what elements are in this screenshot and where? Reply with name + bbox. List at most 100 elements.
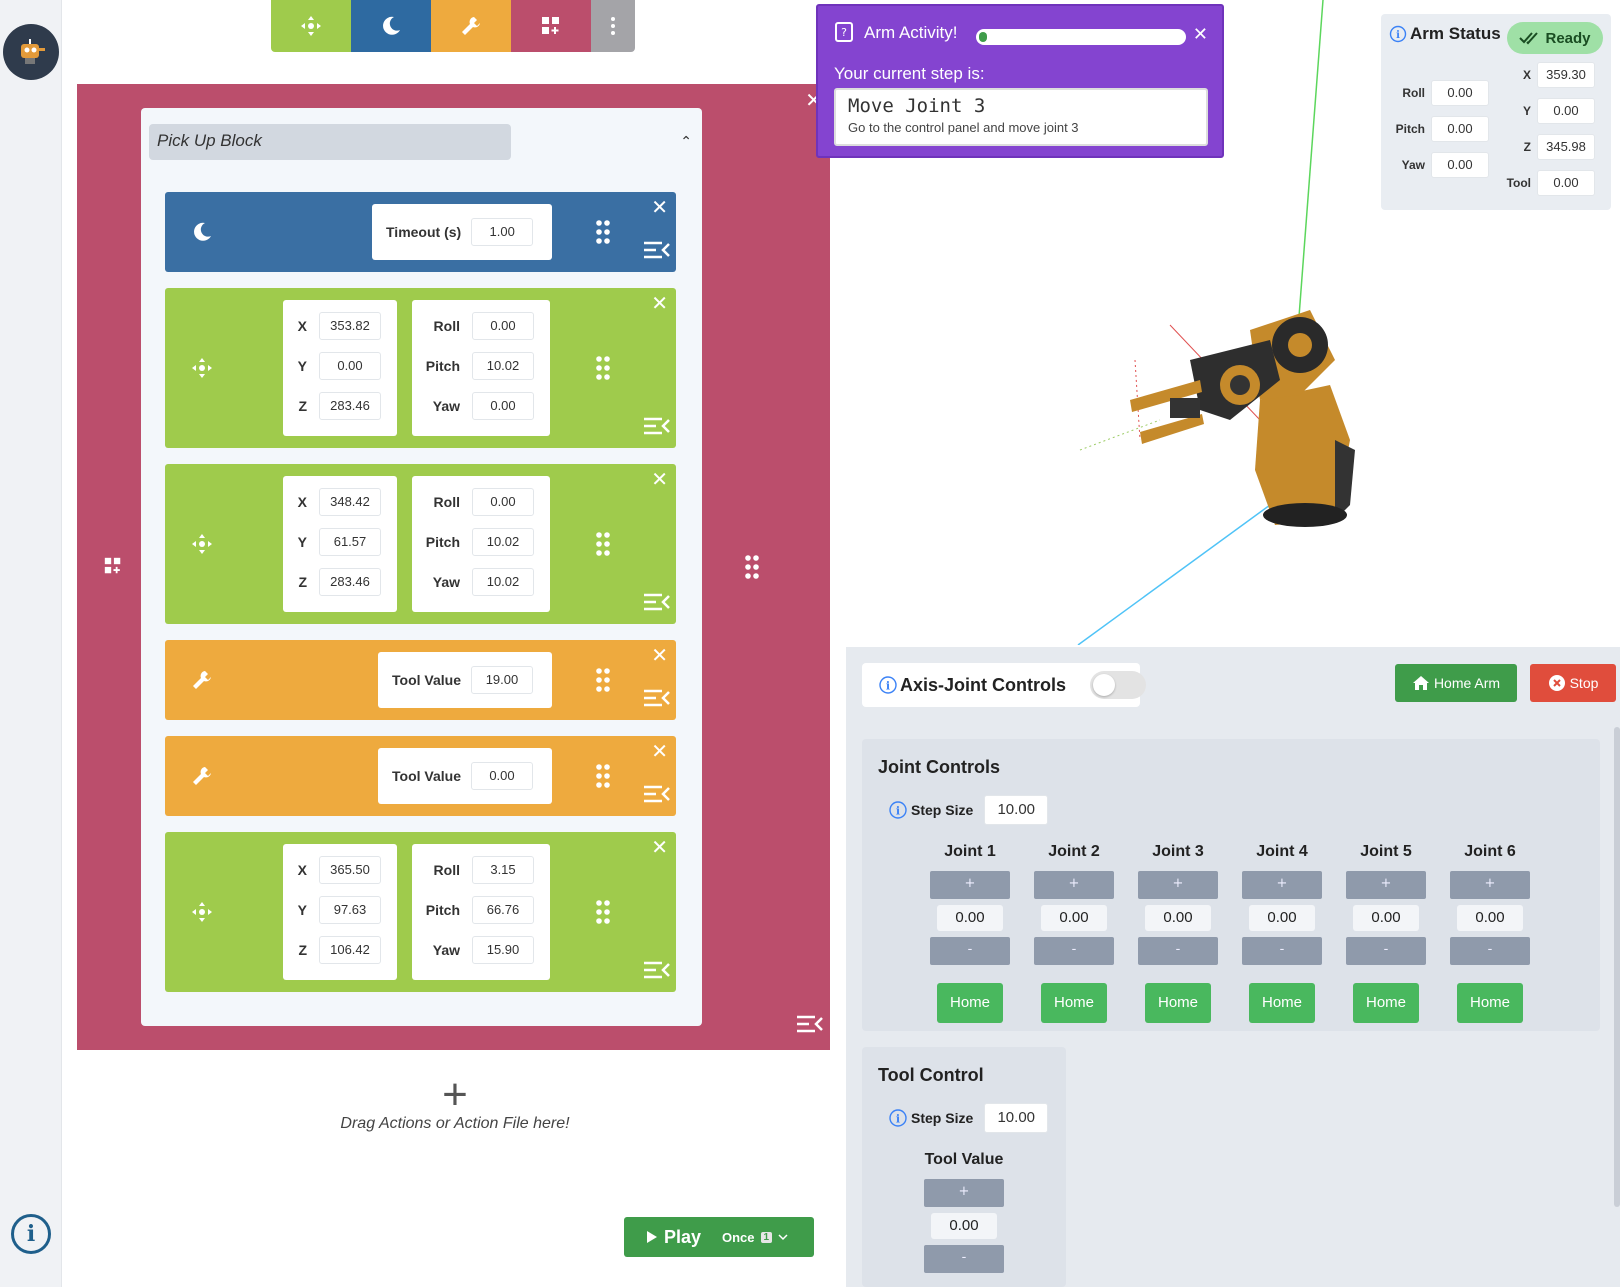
joint-6-plus-button[interactable]: + — [1450, 871, 1530, 899]
joint-5-home-button[interactable]: Home — [1353, 983, 1419, 1023]
z-input[interactable]: 283.46 — [319, 392, 381, 420]
drag-handle-icon[interactable] — [744, 554, 760, 584]
drag-handle-icon[interactable] — [595, 763, 611, 793]
repeat-mode-select[interactable]: Once 1 — [722, 1230, 788, 1245]
pitch-input[interactable]: 10.02 — [472, 352, 534, 380]
sleep-action-card[interactable]: ✕ Timeout (s) 1.00 — [165, 192, 676, 272]
tool-step-size-input[interactable]: 10.00 — [984, 1103, 1049, 1133]
joint-2-plus-button[interactable]: + — [1034, 871, 1114, 899]
info-circle-icon[interactable]: i — [878, 675, 898, 695]
drag-handle-icon[interactable] — [595, 667, 611, 697]
joint-3-home-button[interactable]: Home — [1145, 983, 1211, 1023]
joint-3-minus-button[interactable]: - — [1138, 937, 1218, 965]
drag-handle-icon[interactable] — [595, 355, 611, 385]
yaw-input[interactable]: 15.90 — [472, 936, 534, 964]
tool-minus-button[interactable]: - — [924, 1245, 1004, 1273]
y-input[interactable]: 0.00 — [319, 352, 381, 380]
axis-joint-header: i Axis-Joint Controls — [862, 663, 1146, 707]
move-action-card[interactable]: ✕ X 353.82 Y 0.00 Z 283.46 Roll 0.00 Pitch 10.02 Ya… — [165, 288, 676, 448]
info-icon[interactable]: i — [11, 1214, 51, 1254]
add-tool-button[interactable] — [431, 0, 511, 52]
roll-input[interactable]: 3.15 — [472, 856, 534, 884]
remove-action-icon[interactable]: ✕ — [651, 740, 668, 762]
add-block-icon[interactable] — [103, 556, 123, 580]
add-block-button[interactable] — [511, 0, 591, 52]
info-circle-icon[interactable]: i — [888, 800, 908, 820]
remove-action-icon[interactable]: ✕ — [651, 292, 668, 314]
pitch-input[interactable]: 66.76 — [472, 896, 534, 924]
joint-6-minus-button[interactable]: - — [1450, 937, 1530, 965]
drag-handle-icon[interactable] — [595, 899, 611, 929]
collapse-menu-icon[interactable] — [643, 416, 671, 440]
roll-input[interactable]: 0.00 — [472, 312, 534, 340]
app-logo-icon[interactable] — [3, 24, 59, 80]
chevron-up-icon[interactable]: ⌃ — [680, 134, 692, 150]
z-input[interactable]: 283.46 — [319, 568, 381, 596]
x-input[interactable]: 353.82 — [319, 312, 381, 340]
close-icon[interactable]: ✕ — [1193, 24, 1208, 45]
collapse-menu-icon[interactable] — [643, 960, 671, 984]
drop-zone[interactable]: + Drag Actions or Action File here! — [340, 1073, 570, 1133]
home-arm-button[interactable]: Home Arm — [1395, 664, 1517, 702]
stop-button[interactable]: Stop — [1530, 664, 1616, 702]
play-button[interactable]: Play — [624, 1227, 722, 1248]
drag-handle-icon[interactable] — [595, 531, 611, 561]
robot-arm-model — [1130, 310, 1355, 527]
tool-action-card[interactable]: ✕ Tool Value 0.00 — [165, 736, 676, 816]
add-block-icon — [542, 17, 559, 34]
remove-action-icon[interactable]: ✕ — [651, 468, 668, 490]
add-move-button[interactable] — [271, 0, 351, 52]
yaw-input[interactable]: 0.00 — [472, 392, 534, 420]
collapse-menu-icon[interactable] — [643, 688, 671, 712]
y-axis-line — [1297, 0, 1324, 331]
joint-5-plus-button[interactable]: + — [1346, 871, 1426, 899]
remove-action-icon[interactable]: ✕ — [651, 836, 668, 858]
joint-4-minus-button[interactable]: - — [1242, 937, 1322, 965]
yaw-input[interactable]: 10.02 — [472, 568, 534, 596]
joint-2-minus-button[interactable]: - — [1034, 937, 1114, 965]
joint-1-minus-button[interactable]: - — [930, 937, 1010, 965]
collapse-menu-icon[interactable] — [643, 784, 671, 808]
svg-text:i: i — [896, 805, 900, 818]
remove-action-icon[interactable]: ✕ — [651, 196, 668, 218]
joint-4-home-button[interactable]: Home — [1249, 983, 1315, 1023]
collapse-menu-icon[interactable] — [796, 1014, 824, 1038]
joint-5-minus-button[interactable]: - — [1346, 937, 1426, 965]
timeout-box: Timeout (s) 1.00 — [372, 204, 552, 260]
joint-2-home-button[interactable]: Home — [1041, 983, 1107, 1023]
joint-step-size-input[interactable]: 10.00 — [984, 795, 1049, 825]
tool-plus-button[interactable]: + — [924, 1179, 1004, 1207]
move-action-card[interactable]: ✕ X 365.50 Y 97.63 Z 106.42 Roll 3.15 Pitch 66.76 Y… — [165, 832, 676, 992]
y-input[interactable]: 97.63 — [319, 896, 381, 924]
collapse-menu-icon[interactable] — [643, 592, 671, 616]
add-sleep-button[interactable] — [351, 0, 431, 52]
joint-1-plus-button[interactable]: + — [930, 871, 1010, 899]
x-input[interactable]: 348.42 — [319, 488, 381, 516]
collapse-menu-icon[interactable] — [643, 240, 671, 264]
block-title[interactable]: Pick Up Block — [149, 124, 511, 160]
tool-action-card[interactable]: ✕ Tool Value 19.00 — [165, 640, 676, 720]
tool-value-input[interactable]: 19.00 — [470, 666, 533, 694]
y-input[interactable]: 61.57 — [319, 528, 381, 556]
joint-6-home-button[interactable]: Home — [1457, 983, 1523, 1023]
move-action-card[interactable]: ✕ X 348.42 Y 61.57 Z 283.46 Roll 0.00 Pitch 10.02 Y… — [165, 464, 676, 624]
info-circle-icon[interactable]: i — [888, 1108, 908, 1128]
scrollbar[interactable] — [1614, 727, 1620, 1207]
x-input[interactable]: 365.50 — [319, 856, 381, 884]
y-label: Y — [297, 902, 307, 918]
remove-action-icon[interactable]: ✕ — [651, 644, 668, 666]
timeout-input[interactable]: 1.00 — [471, 218, 534, 246]
drag-handle-icon[interactable] — [595, 219, 611, 249]
more-button[interactable] — [591, 0, 635, 52]
info-circle-icon[interactable]: i — [1389, 25, 1407, 43]
step-size-label: Step Size — [911, 802, 974, 818]
tool-value-input[interactable]: 0.00 — [470, 762, 533, 790]
roll-input[interactable]: 0.00 — [472, 488, 534, 516]
pitch-input[interactable]: 10.02 — [472, 528, 534, 556]
joint-1-home-button[interactable]: Home — [937, 983, 1003, 1023]
status-x-value: 359.30 — [1537, 62, 1595, 88]
axis-joint-toggle[interactable] — [1090, 671, 1146, 699]
z-input[interactable]: 106.42 — [319, 936, 381, 964]
joint-3-plus-button[interactable]: + — [1138, 871, 1218, 899]
joint-4-plus-button[interactable]: + — [1242, 871, 1322, 899]
